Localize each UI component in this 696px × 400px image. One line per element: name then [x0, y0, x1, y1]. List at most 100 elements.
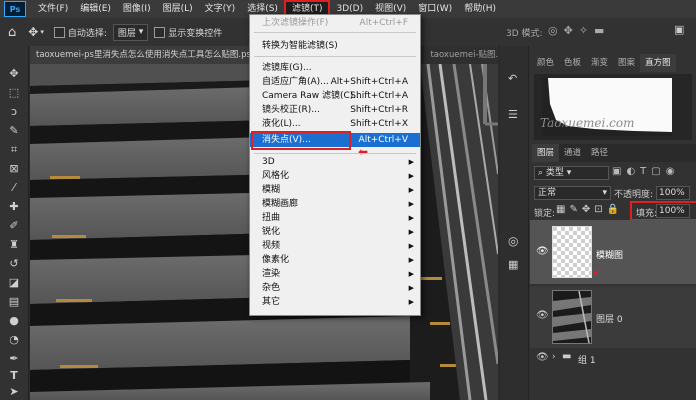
- 3d-mode-icons[interactable]: ◎✥✧▬: [548, 24, 610, 37]
- vanishing-point-highlight-box: [251, 131, 351, 150]
- menu-item-blur-gallery[interactable]: 模糊画廊 ▶: [250, 198, 420, 211]
- watermark-text: Taoxuemei.com: [540, 116, 635, 130]
- layer-name: 模糊图: [596, 251, 624, 261]
- visibility-eye-icon[interactable]: 👁: [536, 310, 549, 321]
- layer-kind-filter[interactable]: ⌕ 类型 ▾: [534, 166, 609, 180]
- menu-item-3d[interactable]: 3D ▶: [250, 156, 420, 169]
- tab-histogram[interactable]: 直方图: [640, 54, 676, 72]
- menu-item-other[interactable]: 其它 ▶: [250, 296, 420, 309]
- crop-icon[interactable]: ⌗: [6, 142, 22, 158]
- visibility-eye-icon[interactable]: 👁: [536, 352, 549, 363]
- layer-name: 图层 0: [596, 315, 623, 325]
- tab-color[interactable]: 颜色: [532, 54, 559, 72]
- tab-gradients[interactable]: 渐变: [586, 54, 613, 72]
- menu-item-pixelate[interactable]: 像素化 ▶: [250, 254, 420, 267]
- blend-mode-dropdown[interactable]: 正常 ▾: [534, 186, 611, 200]
- submenu-arrow-icon: ▶: [408, 242, 414, 250]
- filter-dropdown-menu: 上次滤镜操作(F) Alt+Ctrl+F 转换为智能滤镜(S) 滤镜库(G)...…: [249, 14, 421, 316]
- brush-icon[interactable]: ✐: [6, 218, 22, 234]
- healing-icon[interactable]: ✚: [6, 199, 22, 215]
- opacity-input[interactable]: 100%: [656, 186, 690, 200]
- show-transform-option[interactable]: 显示变换控件: [154, 26, 222, 39]
- visibility-eye-icon[interactable]: 👁: [536, 246, 549, 257]
- menu-item-adaptive-wide-angle[interactable]: 自适应广角(A)... Alt+Shift+Ctrl+A: [250, 76, 420, 89]
- dodge-icon[interactable]: ◔: [6, 332, 22, 348]
- tab-layers[interactable]: 图层: [532, 144, 560, 162]
- marquee-icon[interactable]: ⬚: [6, 85, 22, 101]
- clone-stamp-icon[interactable]: ♜: [6, 237, 22, 253]
- layer-thumbnail-photo: [552, 290, 592, 344]
- history-icon[interactable]: ↶: [508, 72, 517, 85]
- menu-item-stylize[interactable]: 风格化 ▶: [250, 170, 420, 183]
- submenu-arrow-icon: ▶: [408, 256, 414, 264]
- layer-row-group[interactable]: 👁 › ▬ 组 1: [530, 350, 696, 366]
- menu-item-lens-correction[interactable]: 镜头校正(R)... Shift+Ctrl+R: [250, 104, 420, 117]
- pen-icon[interactable]: ✒: [6, 351, 22, 367]
- libraries-icon[interactable]: ▦: [508, 258, 518, 271]
- tab-channels[interactable]: 通道: [559, 144, 586, 162]
- lock-icons[interactable]: ▦✎✥⊡🔒: [556, 204, 623, 215]
- eyedropper-icon[interactable]: ⁄: [6, 180, 22, 196]
- photoshop-logo: Ps: [4, 1, 26, 17]
- menu-item-filter-gallery[interactable]: 滤镜库(G)...: [250, 62, 420, 75]
- menu-item-liquify[interactable]: 液化(L)... Shift+Ctrl+X: [250, 118, 420, 131]
- frame-icon[interactable]: ⊠: [6, 161, 22, 177]
- layer-name: 组 1: [578, 356, 596, 366]
- menu-type[interactable]: 文字(Y): [199, 0, 242, 18]
- right-panel-dock: ↶ ☰ ◎ ▦ 颜色 色板 渐变 图案 直方图 Taoxuemei.com 图层…: [500, 46, 696, 400]
- menu-item-noise[interactable]: 杂色 ▶: [250, 282, 420, 295]
- history-brush-icon[interactable]: ↺: [6, 256, 22, 272]
- adjustments-icon[interactable]: ◎: [508, 234, 518, 248]
- auto-select-checkbox[interactable]: [53, 26, 65, 38]
- menu-item-distort[interactable]: 扭曲 ▶: [250, 212, 420, 225]
- path-select-icon[interactable]: ➤: [6, 384, 22, 400]
- auto-select-option[interactable]: 自动选择:: [53, 26, 107, 39]
- tab-document-texture[interactable]: taoxuemei-贴图.jpg: [424, 46, 498, 64]
- submenu-arrow-icon: ▶: [408, 158, 414, 166]
- tab-paths[interactable]: 路径: [586, 144, 613, 162]
- eraser-icon[interactable]: ◪: [6, 275, 22, 291]
- histogram-area: [534, 74, 692, 140]
- menu-help[interactable]: 帮助(H): [458, 0, 502, 18]
- layer-thumbnail-transparent: [552, 226, 592, 278]
- menu-item-last-filter[interactable]: 上次滤镜操作(F) Alt+Ctrl+F: [250, 17, 420, 30]
- color-panel-tabs: 颜色 色板 渐变 图案 直方图: [532, 54, 676, 72]
- annotation-arrow-icon: ➹: [592, 264, 603, 278]
- show-transform-label: 显示变换控件: [168, 28, 223, 39]
- menu-edit[interactable]: 编辑(E): [74, 0, 117, 18]
- move-icon[interactable]: ✥: [6, 66, 22, 82]
- show-transform-checkbox[interactable]: [154, 26, 166, 38]
- menu-item-sharpen[interactable]: 锐化 ▶: [250, 226, 420, 239]
- tab-swatches[interactable]: 色板: [559, 54, 586, 72]
- type-icon[interactable]: T: [6, 368, 22, 384]
- histogram-graph: [542, 78, 672, 136]
- camera-icon[interactable]: ▣: [674, 23, 684, 36]
- auto-select-dropdown[interactable]: 图层 ▾: [112, 23, 149, 41]
- menu-item-video[interactable]: 视频 ▶: [250, 240, 420, 253]
- menu-image[interactable]: 图像(I): [117, 0, 157, 18]
- layer-row-0[interactable]: 👁 图层 0: [530, 286, 696, 348]
- quick-select-icon[interactable]: ✎: [6, 123, 22, 139]
- menu-item-convert-smart-filter[interactable]: 转换为智能滤镜(S): [250, 40, 420, 53]
- menu-separator: [254, 56, 416, 57]
- lasso-icon[interactable]: ↄ: [6, 104, 22, 120]
- group-expand-icon[interactable]: ›: [552, 352, 556, 362]
- menu-item-render[interactable]: 渲染 ▶: [250, 268, 420, 281]
- menu-layer[interactable]: 图层(L): [157, 0, 199, 18]
- tab-patterns[interactable]: 图案: [613, 54, 640, 72]
- collapsed-panel-strip: ↶ ☰ ◎ ▦: [500, 46, 529, 400]
- tab-document-main[interactable]: taoxuemei-ps里消失点怎么使用消失点工具怎么贴图.ps: [30, 46, 283, 64]
- layer-row-blur[interactable]: 👁 模糊图 ➹: [530, 220, 696, 284]
- move-tool-icon[interactable]: ✥ ▾: [28, 25, 44, 39]
- gradient-icon[interactable]: ▤: [6, 294, 22, 310]
- menu-item-camera-raw[interactable]: Camera Raw 滤镜(C)... Shift+Ctrl+A: [250, 90, 420, 103]
- layer-filter-icons[interactable]: ▣◐T▢◉: [612, 166, 679, 177]
- tool-panel: ✥ ⬚ ↄ ✎ ⌗ ⊠ ⁄ ✚ ✐ ♜ ↺ ◪ ▤ ● ◔ ✒ T ➤: [0, 46, 29, 400]
- home-icon[interactable]: ⌂: [8, 25, 16, 40]
- menu-file[interactable]: 文件(F): [32, 0, 74, 18]
- blur-icon[interactable]: ●: [6, 313, 22, 329]
- menu-item-blur[interactable]: 模糊 ▶: [250, 184, 420, 197]
- submenu-arrow-icon: ▶: [408, 214, 414, 222]
- properties-icon[interactable]: ☰: [508, 108, 518, 121]
- submenu-arrow-icon: ▶: [408, 172, 414, 180]
